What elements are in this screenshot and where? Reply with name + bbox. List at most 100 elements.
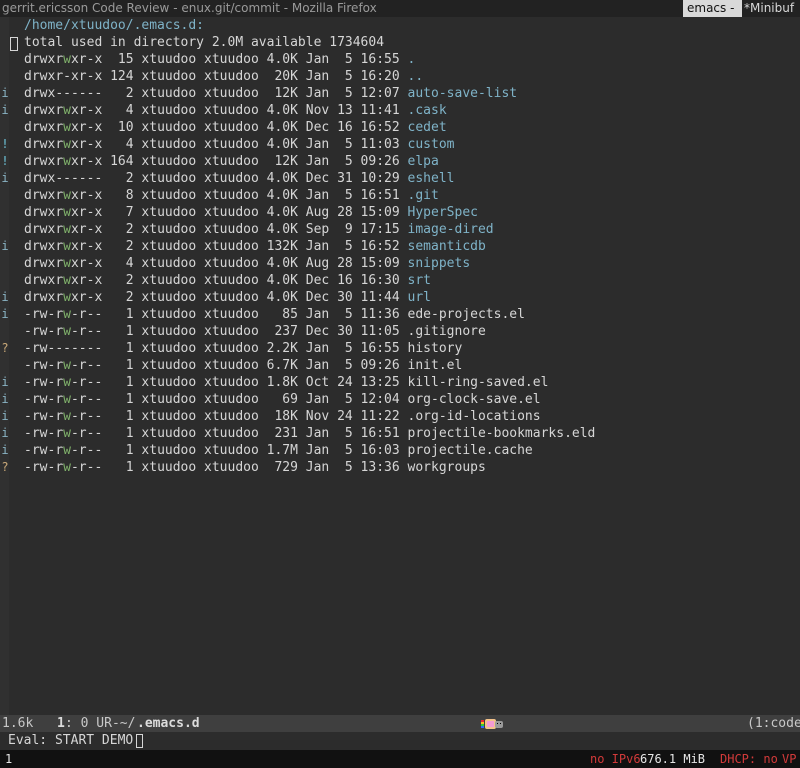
file-meta: 1 xtuudoo xtuudoo 69 Jan 5 12:04 [102,392,408,407]
file-permissions: -rw-rw-r-- [24,460,103,475]
file-meta: 2 xtuudoo xtuudoo 4.0K Dec 31 10:29 [102,171,408,186]
file-permissions: drwxrwxr-x [24,137,103,152]
dired-row[interactable]: -rw------- 1 xtuudoo xtuudoo 2.2K Jan 5 … [24,340,462,357]
dired-row[interactable]: drwxrwxr-x 2 xtuudoo xtuudoo 132K Jan 5 … [24,238,486,255]
file-name[interactable]: srt [408,273,431,288]
file-meta: 2 xtuudoo xtuudoo 4.0K Dec 16 16:30 [102,273,408,288]
file-meta: 4 xtuudoo xtuudoo 4.0K Jan 5 11:03 [102,137,408,152]
vc-state-marker: i [1,103,9,117]
file-permissions: drwxr-xr-x [24,69,103,84]
dired-row[interactable]: drwxrwxr-x 8 xtuudoo xtuudoo 4.0K Jan 5 … [24,187,439,204]
dired-row[interactable]: drwx------ 2 xtuudoo xtuudoo 4.0K Dec 31… [24,170,455,187]
file-meta: 1 xtuudoo xtuudoo 85 Jan 5 11:36 [102,307,408,322]
file-name[interactable]: snippets [408,256,471,271]
file-name[interactable]: projectile.cache [408,443,533,458]
file-name[interactable]: eshell [408,171,455,186]
file-name[interactable]: cedet [408,120,447,135]
dired-row[interactable]: drwxrwxr-x 2 xtuudoo xtuudoo 4.0K Dec 30… [24,289,431,306]
tag-emacs[interactable]: emacs - [683,0,743,17]
file-meta: 2 xtuudoo xtuudoo 4.0K Dec 30 11:44 [102,290,408,305]
file-name[interactable]: workgroups [408,460,486,475]
file-meta: 4 xtuudoo xtuudoo 4.0K Nov 13 11:41 [102,103,408,118]
dired-row[interactable]: -rw-rw-r-- 1 xtuudoo xtuudoo 1.8K Oct 24… [24,374,548,391]
file-meta: 1 xtuudoo xtuudoo 1.7M Jan 5 16:03 [102,443,408,458]
file-meta: 1 xtuudoo xtuudoo 6.7K Jan 5 09:26 [102,358,408,373]
dired-row[interactable]: drwxrwxr-x 4 xtuudoo xtuudoo 4.0K Aug 28… [24,255,470,272]
file-meta: 4 xtuudoo xtuudoo 4.0K Aug 28 15:09 [102,256,408,271]
dired-row[interactable]: drwx------ 2 xtuudoo xtuudoo 12K Jan 5 1… [24,85,517,102]
file-permissions: drwx------ [24,86,103,101]
dired-row[interactable]: -rw-rw-r-- 1 xtuudoo xtuudoo 69 Jan 5 12… [24,391,541,408]
minibuffer-text: Eval: START DEMO [8,733,134,748]
dired-row[interactable]: drwxrwxr-x 2 xtuudoo xtuudoo 4.0K Sep 9 … [24,221,494,238]
file-name[interactable]: . [408,52,416,67]
dired-row[interactable]: drwxrwxr-x 7 xtuudoo xtuudoo 4.0K Aug 28… [24,204,478,221]
dired-row[interactable]: drwxrwxr-x 4 xtuudoo xtuudoo 4.0K Nov 13… [24,102,447,119]
vc-state-marker: i [1,443,9,457]
dired-row[interactable]: drwxr-xr-x 124 xtuudoo xtuudoo 20K Jan 5… [24,68,423,85]
file-name[interactable]: .org-id-locations [408,409,541,424]
dired-row[interactable]: -rw-rw-r-- 1 xtuudoo xtuudoo 6.7K Jan 5 … [24,357,462,374]
file-name[interactable]: org-clock-save.el [408,392,541,407]
dired-row[interactable]: drwxrwxr-x 2 xtuudoo xtuudoo 4.0K Dec 16… [24,272,431,289]
file-name[interactable]: .cask [408,103,447,118]
file-name[interactable]: .git [408,188,439,203]
file-permissions: -rw-rw-r-- [24,426,103,441]
minibuffer[interactable]: Eval: START DEMO [0,732,800,750]
dired-row[interactable]: drwxrwxr-x 4 xtuudoo xtuudoo 4.0K Jan 5 … [24,136,455,153]
point-cursor [10,37,18,51]
file-permissions: -rw-rw-r-- [24,307,103,322]
buffer-name: .emacs.d [137,716,200,731]
file-name[interactable]: .. [408,69,424,84]
ipv6-status: no IPv6 [590,752,641,766]
file-permissions: -rw-rw-r-- [24,358,103,373]
file-name[interactable]: projectile-bookmarks.eld [408,426,596,441]
dired-buffer[interactable]: /home/xtuudoo/.emacs.d: total used in di… [9,17,800,715]
file-name[interactable]: init.el [408,358,463,373]
file-permissions: drwxrwxr-x [24,222,103,237]
dired-row[interactable]: -rw-rw-r-- 1 xtuudoo xtuudoo 85 Jan 5 11… [24,306,525,323]
file-name[interactable]: kill-ring-saved.el [408,375,549,390]
dired-row[interactable]: -rw-rw-r-- 1 xtuudoo xtuudoo 237 Dec 30 … [24,323,486,340]
vc-state-marker: ? [1,341,9,355]
file-name[interactable]: auto-save-list [408,86,518,101]
dired-row[interactable]: -rw-rw-r-- 1 xtuudoo xtuudoo 1.7M Jan 5 … [24,442,533,459]
dired-header: /home/xtuudoo/.emacs.d: [24,18,205,33]
vc-state-marker: i [1,409,9,423]
major-mode: (1:code [747,716,800,731]
file-permissions: drwxrwxr-x [24,188,103,203]
file-name[interactable]: elpa [408,154,439,169]
file-name[interactable]: custom [408,137,455,152]
file-meta: 7 xtuudoo xtuudoo 4.0K Aug 28 15:09 [102,205,408,220]
file-permissions: -rw-rw-r-- [24,409,103,424]
file-name[interactable]: ede-projects.el [408,307,525,322]
line-number: 1 [57,716,65,731]
file-permissions: -rw------- [24,341,103,356]
file-name[interactable]: image-dired [408,222,494,237]
dired-row[interactable]: drwxrwxr-x 164 xtuudoo xtuudoo 12K Jan 5… [24,153,439,170]
dired-row[interactable]: drwxrwxr-x 10 xtuudoo xtuudoo 4.0K Dec 1… [24,119,447,136]
vc-state-marker: i [1,392,9,406]
tag-minibuffer[interactable]: *Minibuf [744,0,794,17]
file-meta: 1 xtuudoo xtuudoo 231 Jan 5 16:51 [102,426,408,441]
window-title: gerrit.ericsson Code Review - enux.git/c… [2,1,377,15]
vc-state-marker: i [1,426,9,440]
buffer-size: 1.6k [2,716,34,731]
file-name[interactable]: history [408,341,463,356]
file-meta: 2 xtuudoo xtuudoo 132K Jan 5 16:52 [102,239,408,254]
file-name[interactable]: url [408,290,431,305]
file-permissions: drwxrwxr-x [24,154,103,169]
dired-row[interactable]: -rw-rw-r-- 1 xtuudoo xtuudoo 729 Jan 5 1… [24,459,486,476]
file-name[interactable]: semanticdb [408,239,486,254]
workspace-number[interactable]: 1 [5,750,12,768]
file-name[interactable]: HyperSpec [408,205,478,220]
dired-row[interactable]: -rw-rw-r-- 1 xtuudoo xtuudoo 231 Jan 5 1… [24,425,595,442]
vc-state-marker: ! [1,154,9,168]
file-permissions: drwxrwxr-x [24,205,103,220]
left-fringe: i i!! i i i i? i i i i i? [0,17,9,715]
file-meta: 10 xtuudoo xtuudoo 4.0K Dec 16 16:52 [102,120,408,135]
file-permissions: -rw-rw-r-- [24,443,103,458]
file-name[interactable]: .gitignore [408,324,486,339]
dired-row[interactable]: -rw-rw-r-- 1 xtuudoo xtuudoo 18K Nov 24 … [24,408,541,425]
dired-row[interactable]: drwxrwxr-x 15 xtuudoo xtuudoo 4.0K Jan 5… [24,51,415,68]
